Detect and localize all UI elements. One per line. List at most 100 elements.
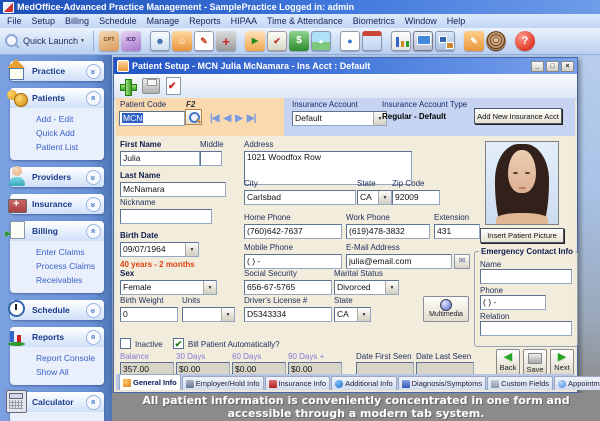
charts-icon[interactable] — [391, 31, 411, 51]
home-phone-input[interactable]: (760)642-7637 — [244, 224, 342, 239]
menu-item[interactable]: Biometrics — [348, 16, 400, 26]
dl-state-select[interactable]: CA ▼ — [334, 307, 371, 322]
superbill-icon[interactable]: ✔ — [267, 31, 287, 51]
quick-launch-caret-icon[interactable]: ▼ — [80, 38, 85, 44]
sidebar-item-enter-claims[interactable]: Enter Claims — [36, 245, 104, 259]
extension-input[interactable]: 431 — [434, 224, 480, 239]
network-users-icon[interactable] — [435, 31, 455, 51]
back-button[interactable]: ◀ Back — [496, 349, 520, 376]
state-select[interactable]: CA ▼ — [357, 190, 392, 205]
menu-item[interactable]: Time & Attendance — [262, 16, 348, 26]
dropdown-arrow-icon[interactable]: ▼ — [185, 243, 198, 256]
email-input[interactable]: julia@email.com — [346, 254, 452, 269]
sidebar-section-schedule[interactable]: Schedule — [10, 300, 104, 320]
workstation-icon[interactable] — [413, 31, 433, 51]
add-patient-icon[interactable] — [119, 78, 136, 95]
address-input[interactable]: 1021 Woodfox Row — [244, 151, 412, 185]
collapse-chevron-icon[interactable] — [86, 91, 101, 106]
first-name-input[interactable]: Julia — [120, 151, 200, 166]
sidebar-section-practice[interactable]: Practice — [10, 61, 104, 81]
emergency-phone-input[interactable]: ( ) - — [480, 295, 546, 310]
next-record-icon[interactable]: ▶ — [235, 113, 242, 124]
verify-icon[interactable] — [166, 77, 181, 95]
insert-patient-picture-button[interactable]: Insert Patient Picture — [480, 228, 564, 243]
multimedia-button[interactable]: Multimedia — [423, 296, 469, 322]
sidebar-section-billing[interactable]: Billing — [10, 221, 104, 241]
patient-visit-icon[interactable]: ☺ — [172, 31, 192, 51]
sex-select[interactable]: Female ▼ — [120, 280, 217, 295]
expand-chevron-icon[interactable] — [86, 197, 101, 212]
ssn-input[interactable]: 656-67-5765 — [244, 280, 332, 295]
scheduler-icon[interactable] — [362, 31, 382, 51]
menu-item[interactable]: Window — [400, 16, 442, 26]
insurance-account-select[interactable]: Default ▼ — [292, 111, 387, 126]
send-email-button[interactable]: ✉ — [454, 254, 470, 269]
first-record-icon[interactable]: |◀ — [210, 113, 219, 124]
middle-input[interactable] — [200, 151, 222, 166]
previous-record-icon[interactable]: ◀ — [224, 113, 231, 124]
dropdown-arrow-icon[interactable]: ▼ — [357, 308, 370, 321]
tab-employer-hold-info[interactable]: Employer/Hold Info — [182, 376, 264, 390]
work-phone-input[interactable]: (619)478-3832 — [346, 224, 430, 239]
collapse-chevron-icon[interactable] — [86, 330, 101, 345]
images-icon[interactable]: ▲ — [311, 31, 331, 51]
expand-chevron-icon[interactable] — [86, 64, 101, 79]
biometrics-fingerprint-icon[interactable] — [486, 31, 506, 51]
bill-automatically-checkbox[interactable]: ✔ — [173, 338, 184, 349]
sidebar-item-receivables[interactable]: Receivables — [36, 273, 104, 287]
menu-item[interactable]: Help — [442, 16, 471, 26]
tab-appointments[interactable]: Appointments — [554, 376, 600, 390]
tab-general-info[interactable]: General Info — [119, 374, 181, 390]
collapse-chevron-icon[interactable] — [86, 224, 101, 239]
sidebar-section-reports[interactable]: Reports — [10, 327, 104, 347]
security-note-icon[interactable]: ✎ — [464, 31, 484, 51]
last-name-input[interactable]: McNamara — [120, 182, 226, 197]
quick-launch-label[interactable]: Quick Launch — [23, 36, 78, 46]
sidebar-section-calculator[interactable]: Calculator — [10, 392, 104, 412]
drivers-license-input[interactable]: D5343334 — [244, 307, 332, 322]
menu-item[interactable]: HIPAA — [226, 16, 262, 26]
menu-item[interactable]: File — [2, 16, 27, 26]
menu-item[interactable]: Reports — [184, 16, 226, 26]
city-input[interactable]: Carlsbad — [244, 190, 356, 205]
marital-status-select[interactable]: Divorced ▼ — [334, 280, 399, 295]
patient-record-icon[interactable]: ☻ — [150, 31, 170, 51]
tab-diagnosis-symptoms[interactable]: Diagnosis/Symptoms — [398, 376, 486, 390]
menu-item[interactable]: Manage — [142, 16, 185, 26]
tab-insurance-info[interactable]: Insurance Info — [265, 376, 331, 390]
mobile-phone-input[interactable]: ( ) - — [244, 254, 342, 269]
emergency-relation-input[interactable] — [480, 321, 572, 336]
sidebar-item-report-console[interactable]: Report Console — [36, 351, 104, 365]
close-button[interactable]: × — [561, 61, 574, 72]
save-button[interactable]: Save — [523, 349, 547, 376]
inactive-checkbox[interactable] — [120, 338, 131, 349]
maximize-button[interactable]: □ — [546, 61, 559, 72]
referrals-icon[interactable]: ▶ — [245, 31, 265, 51]
sidebar-section-patients[interactable]: Patients — [10, 88, 104, 108]
tab-custom-fields[interactable]: Custom Fields — [487, 376, 553, 390]
expand-chevron-icon[interactable] — [86, 303, 101, 318]
sidebar-item-add-edit[interactable]: Add - Edit — [36, 112, 104, 126]
units-select[interactable]: ▼ — [182, 307, 235, 322]
help-icon[interactable]: ? — [515, 31, 535, 51]
expand-chevron-icon[interactable] — [86, 170, 101, 185]
collapse-chevron-icon[interactable] — [86, 395, 101, 410]
menu-item[interactable]: Setup — [27, 16, 61, 26]
sidebar-item-patient-list[interactable]: Patient List — [36, 140, 104, 154]
statements-icon[interactable]: $ — [289, 31, 309, 51]
sidebar-item-process-claims[interactable]: Process Claims — [36, 259, 104, 273]
dropdown-arrow-icon[interactable]: ▼ — [378, 191, 391, 204]
dropdown-arrow-icon[interactable]: ▼ — [203, 281, 216, 294]
tab-additional-info[interactable]: Additional Info — [331, 376, 397, 390]
patient-search-button[interactable] — [185, 109, 202, 125]
sidebar-item-quick-add[interactable]: Quick Add — [36, 126, 104, 140]
emergency-name-input[interactable] — [480, 269, 572, 284]
sidebar-item-show-all[interactable]: Show All — [36, 365, 104, 379]
medical-kit-icon[interactable]: + — [216, 31, 236, 51]
patient-code-input[interactable]: MCN — [119, 111, 185, 126]
dropdown-arrow-icon[interactable]: ▼ — [221, 308, 234, 321]
icd-codes-icon[interactable]: ICD — [121, 31, 141, 51]
birth-date-select[interactable]: 09/07/1964 ▼ — [120, 242, 199, 257]
reports-icon[interactable]: ● — [340, 31, 360, 51]
menu-item[interactable]: Schedule — [94, 16, 142, 26]
